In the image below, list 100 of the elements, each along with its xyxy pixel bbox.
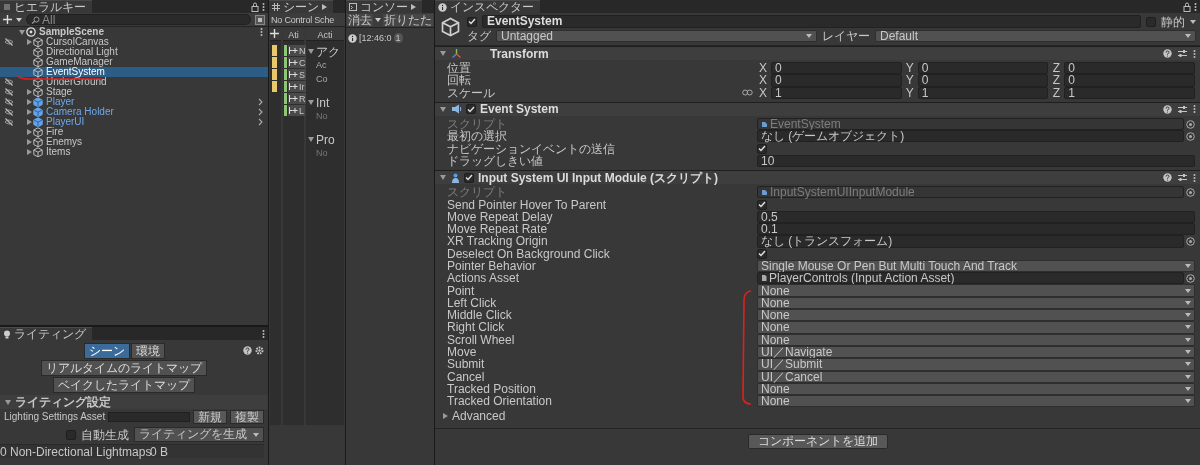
item-label[interactable]: GameManager [46, 57, 113, 67]
dropdown[interactable]: Single Mouse Or Pen But Multi Touch And Track [757, 259, 1195, 273]
tree-item[interactable]: Co [306, 72, 344, 86]
number-field[interactable]: 10 [757, 154, 1195, 168]
more-icon[interactable] [262, 328, 265, 339]
tree-item[interactable]: Ac [306, 58, 344, 72]
hierarchy-item[interactable]: GameManager [0, 57, 268, 67]
enabled-checkbox[interactable] [464, 172, 474, 183]
item-label[interactable]: Camera Holder [46, 107, 114, 117]
fold-arrow-icon[interactable] [25, 149, 33, 155]
fold-arrow-icon[interactable] [307, 100, 315, 105]
help-icon[interactable] [1163, 104, 1172, 114]
item-label[interactable]: PlayerUI [46, 117, 85, 127]
object-field[interactable]: なし (ゲームオブジェクト) [757, 130, 1184, 143]
play-icon[interactable] [411, 4, 416, 10]
presets-icon[interactable] [1178, 104, 1187, 114]
caret-icon[interactable] [1185, 399, 1191, 404]
search-field[interactable]: All [26, 14, 251, 25]
hierarchy-item[interactable]: Fire [0, 127, 268, 137]
number-field[interactable]: 0 [771, 62, 902, 75]
checkbox[interactable] [757, 143, 767, 154]
fold-arrow-icon[interactable] [25, 129, 33, 135]
hierarchy-item[interactable]: Directional Light [0, 47, 268, 57]
caret-icon[interactable] [1185, 374, 1191, 379]
target-icon[interactable] [1186, 187, 1195, 197]
filter-icon[interactable] [255, 14, 265, 25]
menu-icon[interactable] [3, 3, 11, 11]
help-icon[interactable] [243, 346, 252, 355]
add-icon[interactable] [270, 29, 279, 38]
hierarchy-item[interactable]: EventSystem [0, 67, 268, 77]
action-map-marker[interactable] [272, 57, 277, 68]
dropdown[interactable]: None [757, 309, 1195, 322]
help-icon[interactable] [1163, 49, 1172, 58]
add-icon[interactable] [3, 15, 12, 24]
hidden-icon[interactable] [4, 98, 14, 106]
asset-field[interactable] [108, 412, 190, 422]
hidden-icon[interactable] [4, 38, 14, 46]
presets-icon[interactable] [1178, 49, 1187, 58]
action-map-marker[interactable] [272, 45, 277, 56]
caret-icon[interactable] [1185, 300, 1191, 305]
caret-icon[interactable] [1185, 386, 1191, 391]
action-item[interactable]: Ir [288, 81, 306, 92]
action-item[interactable]: L [288, 105, 305, 116]
item-label[interactable]: Player [46, 97, 75, 107]
button[interactable]: 複製 [230, 410, 264, 424]
foldout-label[interactable]: Advanced [452, 410, 506, 423]
lock-icon[interactable] [251, 1, 259, 12]
fold-arrow-icon[interactable] [4, 399, 12, 405]
action-item[interactable]: S [288, 69, 306, 80]
item-label[interactable]: Directional Light [46, 47, 118, 57]
settings-icon[interactable] [255, 346, 264, 355]
object-field[interactable]: PlayerControls (Input Action Asset) [757, 272, 1184, 285]
log-message[interactable]: [12:46:0 [359, 32, 392, 44]
collapse-button[interactable]: 折りたた [383, 14, 433, 26]
item-label[interactable]: Fire [46, 127, 64, 137]
generate-button[interactable]: ライティングを生成 [134, 427, 264, 442]
checkbox[interactable] [757, 248, 767, 259]
caret-icon[interactable] [1185, 34, 1191, 38]
presets-icon[interactable] [1178, 173, 1187, 183]
clear-button[interactable]: 消去 [347, 14, 373, 26]
component-title[interactable]: Event System [480, 103, 559, 116]
fold-arrow-icon[interactable] [439, 106, 447, 112]
fold-arrow-icon[interactable] [307, 49, 315, 54]
item-label[interactable]: Items [46, 147, 71, 157]
dropdown[interactable]: UI／Submit [757, 358, 1195, 371]
hidden-icon[interactable] [4, 88, 14, 96]
tag-dropdown[interactable]: Untagged [496, 30, 817, 42]
number-field[interactable]: 0 [1064, 62, 1195, 75]
item-label[interactable]: Enemys [46, 137, 83, 147]
hierarchy-item[interactable]: PlayerUI [0, 117, 268, 127]
item-label[interactable]: EventSystem [46, 67, 105, 77]
caret-icon[interactable] [16, 17, 22, 22]
hidden-icon[interactable] [4, 78, 14, 86]
link-icon[interactable] [742, 89, 753, 97]
tab[interactable]: ベイクしたライトマップ [53, 377, 195, 393]
dropdown[interactable]: None [757, 284, 1195, 297]
checkbox[interactable] [757, 199, 767, 210]
number-field[interactable]: 0 [1064, 74, 1195, 87]
fold-arrow-icon[interactable] [439, 51, 447, 56]
dropdown[interactable]: None [757, 321, 1195, 334]
button[interactable]: 新規 [193, 410, 227, 424]
help-icon[interactable] [1163, 173, 1172, 183]
more-icon[interactable] [1193, 172, 1196, 183]
caret-icon[interactable] [253, 432, 259, 437]
name-field[interactable]: EventSystem [482, 15, 1141, 28]
component-title[interactable]: Transform [490, 47, 549, 60]
tab[interactable]: リアルタイムのライトマップ [41, 360, 207, 376]
tree-header[interactable]: Pro [316, 133, 335, 146]
more-icon[interactable] [1194, 1, 1197, 12]
caret-icon[interactable] [1185, 313, 1191, 318]
fold-arrow-icon[interactable] [25, 39, 33, 45]
item-label[interactable]: Stage [46, 87, 73, 97]
fold-arrow-icon[interactable] [307, 137, 315, 142]
number-field[interactable]: 0.5 [757, 210, 1195, 223]
caret-icon[interactable] [1185, 362, 1191, 367]
action-item[interactable]: N [288, 45, 307, 56]
caret-icon[interactable] [375, 18, 381, 22]
more-icon[interactable] [1193, 104, 1196, 115]
more-icon[interactable] [262, 1, 265, 12]
fold-arrow-icon[interactable] [18, 29, 26, 35]
